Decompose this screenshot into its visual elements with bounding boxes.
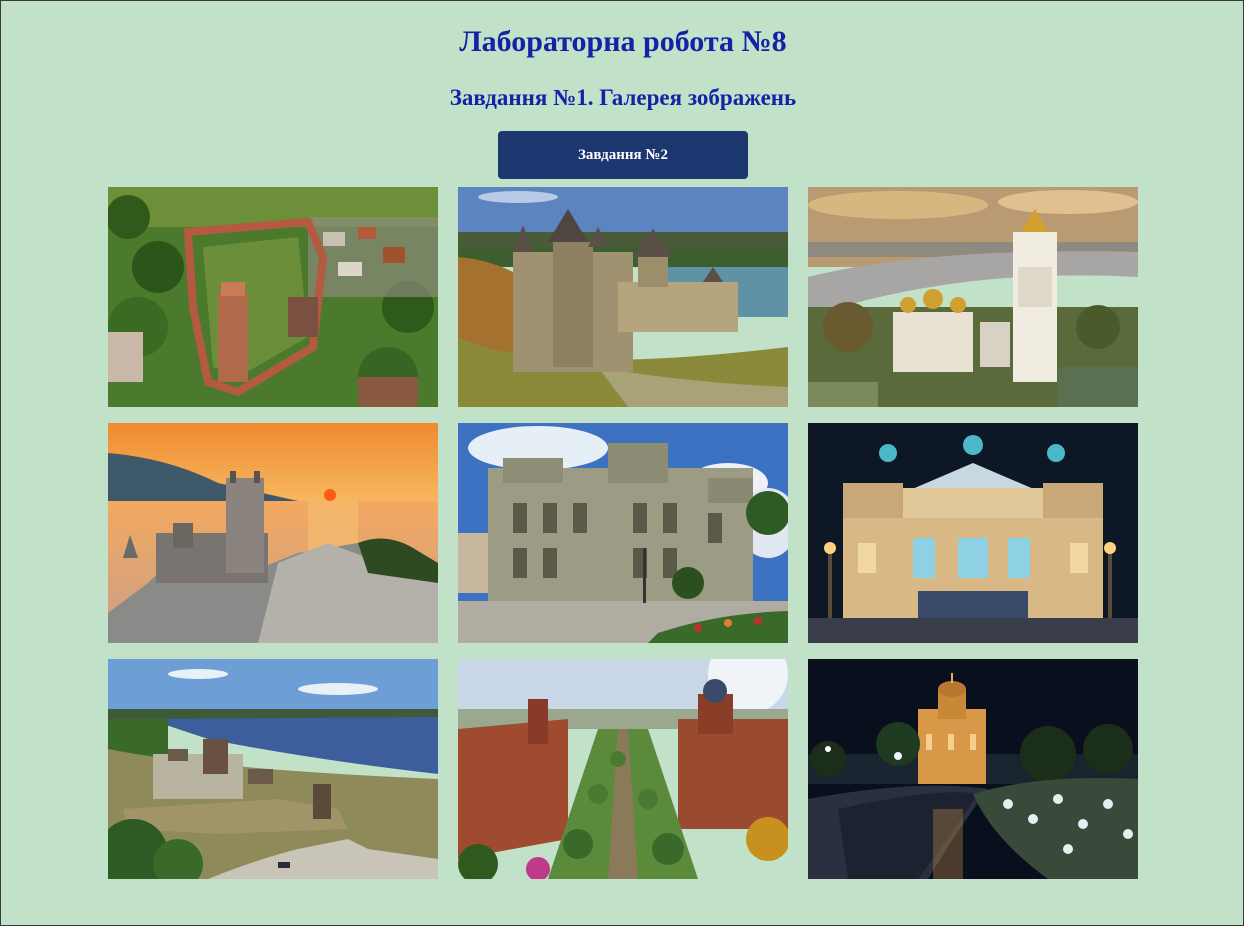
gallery-image-khortytsia[interactable]: [108, 659, 438, 879]
page-title: Лабораторна робота №8: [459, 25, 787, 58]
house-with-chimaeras-image: [458, 423, 788, 643]
khortytsia-image: [108, 659, 438, 879]
gallery-image-kyiv-lavra[interactable]: [808, 187, 1138, 407]
fortress-aerial-image: [108, 187, 438, 407]
task-2-button[interactable]: Завдання №2: [498, 131, 748, 179]
task-subtitle: Завдання №1. Галерея зображень: [449, 85, 797, 110]
khotyn-fortress-image: [458, 187, 788, 407]
gallery-image-pyrohoshcha-church[interactable]: [808, 659, 1138, 879]
image-gallery: [108, 187, 1138, 879]
gallery-image-swallows-nest[interactable]: [108, 423, 438, 643]
gallery-image-chernivtsi-university[interactable]: [458, 659, 788, 879]
gallery-image-lviv-opera[interactable]: [808, 423, 1138, 643]
pyrohoshcha-church-image: [808, 659, 1138, 879]
gallery-image-khotyn-fortress[interactable]: [458, 187, 788, 407]
lviv-opera-image: [808, 423, 1138, 643]
gallery-image-house-with-chimaeras[interactable]: [458, 423, 788, 643]
kyiv-lavra-image: [808, 187, 1138, 407]
gallery-image-fortress-aerial[interactable]: [108, 187, 438, 407]
swallows-nest-image: [108, 423, 438, 643]
chernivtsi-university-image: [458, 659, 788, 879]
